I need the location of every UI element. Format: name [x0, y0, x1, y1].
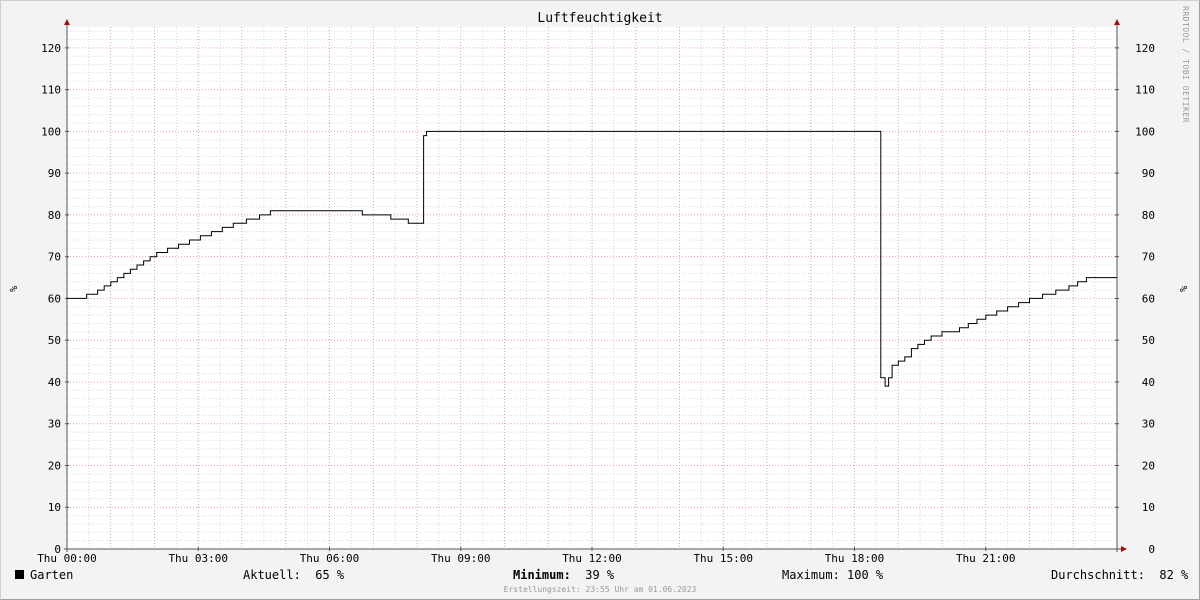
- legend-maximum-value: 100 %: [847, 568, 884, 582]
- y-tick-label-right: 70: [1142, 251, 1155, 264]
- x-tick-label: Thu 09:00: [431, 552, 491, 565]
- legend-aktuell-value: 65 %: [315, 568, 345, 582]
- x-tick-label: Thu 06:00: [300, 552, 360, 565]
- y-tick-label-right: 110: [1135, 84, 1155, 97]
- legend-aktuell: Aktuell: 65 %: [243, 568, 344, 582]
- x-tick-label: Thu 15:00: [693, 552, 753, 565]
- y-tick-label-right: 20: [1142, 459, 1155, 472]
- y-tick-label-left: 70: [48, 251, 61, 264]
- x-axis-arrow: [1121, 546, 1127, 552]
- y-tick-label-right: 100: [1135, 125, 1155, 138]
- legend-durchschnitt: Durchschnitt: 82 %: [1051, 568, 1188, 582]
- y-tick-label-left: 110: [41, 84, 61, 97]
- y-tick-label-left: 40: [48, 376, 61, 389]
- y-tick-label-right: 120: [1135, 42, 1155, 55]
- footer-timestamp: Erstellungszeit: 23:55 Uhr am 01.06.2023: [503, 585, 697, 594]
- y-tick-label-right: 30: [1142, 418, 1155, 431]
- legend-durchschnitt-value: 82 %: [1159, 568, 1189, 582]
- y-axis-label-left: %: [7, 286, 18, 292]
- y-axis-arrow-left: [64, 19, 70, 25]
- y-tick-label-left: 10: [48, 501, 61, 514]
- x-tick-label: Thu 21:00: [956, 552, 1016, 565]
- y-tick-label-left: 20: [48, 459, 61, 472]
- y-tick-label-right: 50: [1142, 334, 1155, 347]
- x-tick-label: Thu 00:00: [37, 552, 97, 565]
- y-tick-label-right: 40: [1142, 376, 1155, 389]
- y-tick-label-right: 90: [1142, 167, 1155, 180]
- y-tick-label-left: 100: [41, 125, 61, 138]
- y-axis-label-right: %: [1177, 286, 1188, 292]
- y-tick-labels-left: 0102030405060708090100110120: [41, 42, 61, 556]
- x-tick-label: Thu 12:00: [562, 552, 622, 565]
- y-tick-label-right: 80: [1142, 209, 1155, 222]
- y-tick-label-right: 60: [1142, 292, 1155, 305]
- y-tick-label-left: 80: [48, 209, 61, 222]
- y-tick-label-left: 90: [48, 167, 61, 180]
- legend-maximum-label: Maximum:: [782, 568, 840, 582]
- x-tick-labels: Thu 00:00 Thu 03:00 Thu 06:00 Thu 09:00 Thu …: [37, 552, 1015, 565]
- legend-maximum: Maximum: 100 %: [782, 568, 883, 582]
- y-tick-label-left: 50: [48, 334, 61, 347]
- legend-durchschnitt-label: Durchschnitt:: [1051, 568, 1145, 582]
- legend-minimum: Minimum: 39 %: [513, 568, 614, 582]
- y-axis-arrow-right: [1114, 19, 1120, 25]
- legend-series-name: Garten: [30, 568, 74, 582]
- legend-minimum-value: 39 %: [585, 568, 615, 582]
- legend-swatch: [15, 570, 24, 579]
- y-tick-label-right: 10: [1142, 501, 1155, 514]
- y-tick-label-left: 60: [48, 292, 61, 305]
- y-tick-label-left: 120: [41, 42, 61, 55]
- legend-aktuell-label: Aktuell:: [243, 568, 301, 582]
- y-tick-label-right: 0: [1148, 543, 1155, 556]
- legend-minimum-label: Minimum:: [513, 568, 571, 582]
- y-tick-labels-right: 0 10 20 30 40 50 60 70 80 90 100 110 120: [1135, 42, 1155, 556]
- x-tick-label: Thu 03:00: [168, 552, 228, 565]
- x-tick-label: Thu 18:00: [825, 552, 885, 565]
- chart-svg: 0 10 20 30 40 50 60 70 80 90 100 110 120 0 10 20 30 40 50…: [7, 19, 1188, 565]
- y-tick-label-left: 30: [48, 418, 61, 431]
